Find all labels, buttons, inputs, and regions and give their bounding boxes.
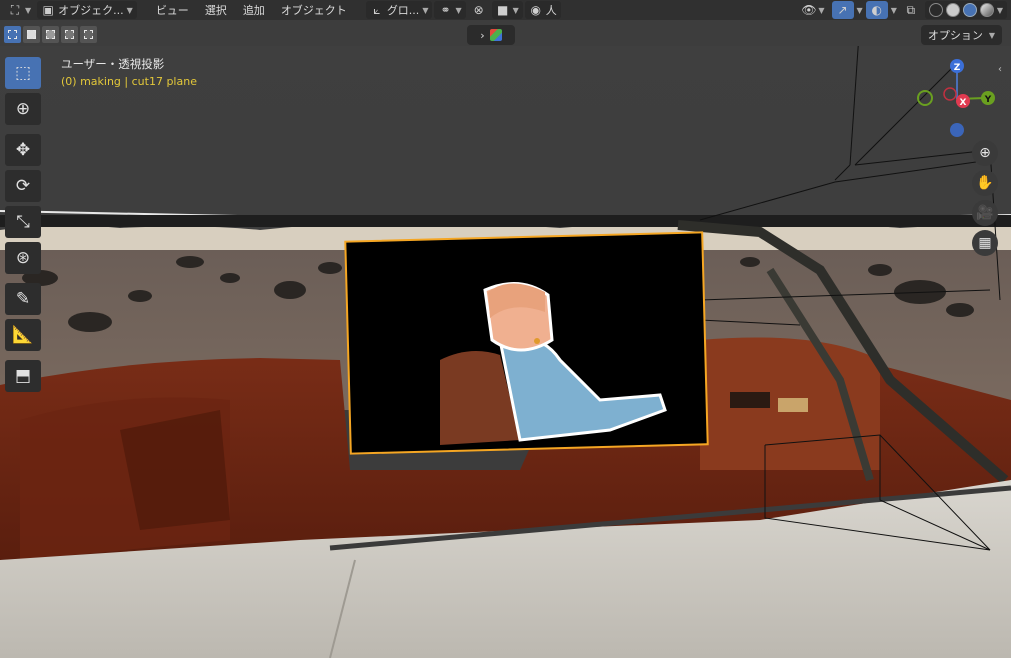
gizmo-icon: ↗ — [837, 3, 848, 17]
hand-icon[interactable]: ✋ — [972, 170, 998, 196]
overlay-icon: ◐ — [871, 3, 882, 17]
viewport-editor-icon: ⛶ — [10, 3, 20, 17]
material-shading-icon[interactable] — [962, 3, 977, 17]
transform-orientation-dropdown[interactable]: ⟀ グロ... ▼ — [365, 1, 433, 19]
chevron-down-icon: ▼ — [988, 30, 995, 40]
chevron-down-icon: ▼ — [126, 5, 133, 15]
select-extend-icon[interactable] — [23, 26, 40, 43]
add-cube-icon[interactable]: ⬒ — [5, 360, 41, 392]
annotate-icon[interactable]: ✎ — [5, 283, 41, 315]
transform-icon[interactable]: ⊛ — [5, 242, 41, 274]
overlay-toggle[interactable]: ◐ — [865, 1, 888, 19]
viewport-scene[interactable] — [0, 46, 1011, 658]
chevron-right-icon: › — [480, 28, 485, 42]
mode-dropdown[interactable]: ▣ オブジェク... ▼ — [37, 1, 137, 19]
camera-icon[interactable]: 🎥 — [972, 200, 998, 226]
select-box-icon[interactable]: ⬚ — [5, 57, 41, 89]
chevron-down-icon[interactable]: ▼ — [857, 6, 863, 15]
xray-icon: ⧉ — [906, 3, 916, 17]
rotate-icon[interactable]: ⟳ — [5, 170, 41, 202]
viewport-header: ⛶ ▼ ▣ オブジェク... ▼ ビュー 選択 追加 オブジェクト ⟀ グロ...… — [0, 0, 1011, 20]
visibility-dropdown[interactable]: 👁 ▼ — [797, 1, 828, 19]
car-seat-pattern — [120, 410, 230, 530]
proportional-label: 人 — [545, 4, 557, 17]
chevron-down-icon: ▼ — [422, 5, 429, 15]
chevron-down-icon[interactable]: ▼ — [997, 6, 1003, 15]
select-new-icon[interactable] — [4, 26, 21, 43]
view-title: ユーザー・透視投影 — [61, 57, 165, 71]
dashboard-badge — [778, 398, 808, 412]
header-right-group: 👁 ▼ ↗ ▼ ◐ ▼ ⧉ ▼ — [797, 1, 1007, 19]
editor-type-button[interactable]: ⛶ ▼ — [4, 1, 35, 19]
selection-mode-group — [4, 26, 97, 43]
select-subtract-icon[interactable] — [42, 26, 59, 43]
proportional-editing-toggle[interactable]: ◉ 人 — [524, 1, 561, 19]
chevron-left-icon[interactable]: ‹ — [998, 64, 1002, 75]
chevron-down-icon: ▼ — [25, 5, 32, 15]
measure-icon[interactable]: 📐 — [5, 319, 41, 351]
eye-icon: 👁 — [801, 3, 817, 17]
snap-icon: ⊗ — [473, 3, 484, 17]
wireframe-shading-icon[interactable] — [928, 3, 943, 17]
orientation-icon: ⟀ — [373, 3, 381, 17]
solid-shading-icon[interactable] — [945, 3, 960, 17]
gizmo-toggle[interactable]: ↗ — [831, 1, 854, 19]
scale-icon[interactable]: ⤡ — [5, 206, 41, 238]
chevron-down-icon: ▼ — [818, 5, 825, 15]
options-dropdown[interactable]: オプション ▼ — [920, 25, 1002, 45]
snap-target-dropdown[interactable]: ■ ▼ — [491, 1, 523, 19]
grid-icon[interactable]: ▦ — [972, 230, 998, 256]
gizmo-cube-icon — [489, 29, 502, 41]
sidebar-toggle-button[interactable]: › — [467, 25, 515, 45]
xray-toggle[interactable]: ⧉ — [900, 1, 922, 19]
menu-view[interactable]: ビュー — [149, 1, 196, 19]
snap-square-icon: ■ — [496, 3, 509, 17]
object-mode-icon: ▣ — [42, 3, 54, 17]
zoom-icon[interactable]: ⊕ — [972, 140, 998, 166]
orientation-label: グロ... — [386, 4, 420, 17]
tool-settings-row: › オプション ▼ — [0, 24, 1011, 46]
select-invert-icon[interactable] — [61, 26, 78, 43]
shading-modes: ▼ — [924, 1, 1007, 19]
cursor-icon[interactable]: ⊕ — [5, 93, 41, 125]
proportional-icon: ◉ — [530, 3, 542, 17]
chevron-down-icon[interactable]: ▼ — [891, 6, 897, 15]
rendered-shading-icon[interactable] — [979, 3, 994, 17]
object-info: (0) making | cut17 plane — [61, 75, 197, 88]
dashboard-gauge — [730, 392, 770, 408]
menu-select[interactable]: 選択 — [198, 1, 234, 19]
menu-add[interactable]: 追加 — [236, 1, 272, 19]
tool-shelf: ⬚ ⊕ ✥ ⟳ ⤡ ⊛ ✎ 📐 ⬒ — [5, 57, 43, 396]
pivot-icon: ⚭ — [440, 3, 451, 17]
chevron-down-icon: ▼ — [455, 5, 462, 15]
select-intersect-icon[interactable] — [80, 26, 97, 43]
menu-object[interactable]: オブジェクト — [274, 1, 354, 19]
pivot-dropdown[interactable]: ⚭ ▼ — [434, 1, 466, 19]
chevron-down-icon: ▼ — [512, 5, 519, 15]
sky-band — [0, 215, 1011, 227]
snap-toggle[interactable]: ⊗ — [468, 1, 490, 19]
options-label: オプション — [927, 29, 983, 42]
3d-viewport[interactable]: ユーザー・透視投影 (0) making | cut17 plane Z Y X… — [0, 46, 1011, 658]
mode-label: オブジェク... — [58, 4, 124, 17]
move-icon[interactable]: ✥ — [5, 134, 41, 166]
object-origin — [534, 338, 540, 344]
